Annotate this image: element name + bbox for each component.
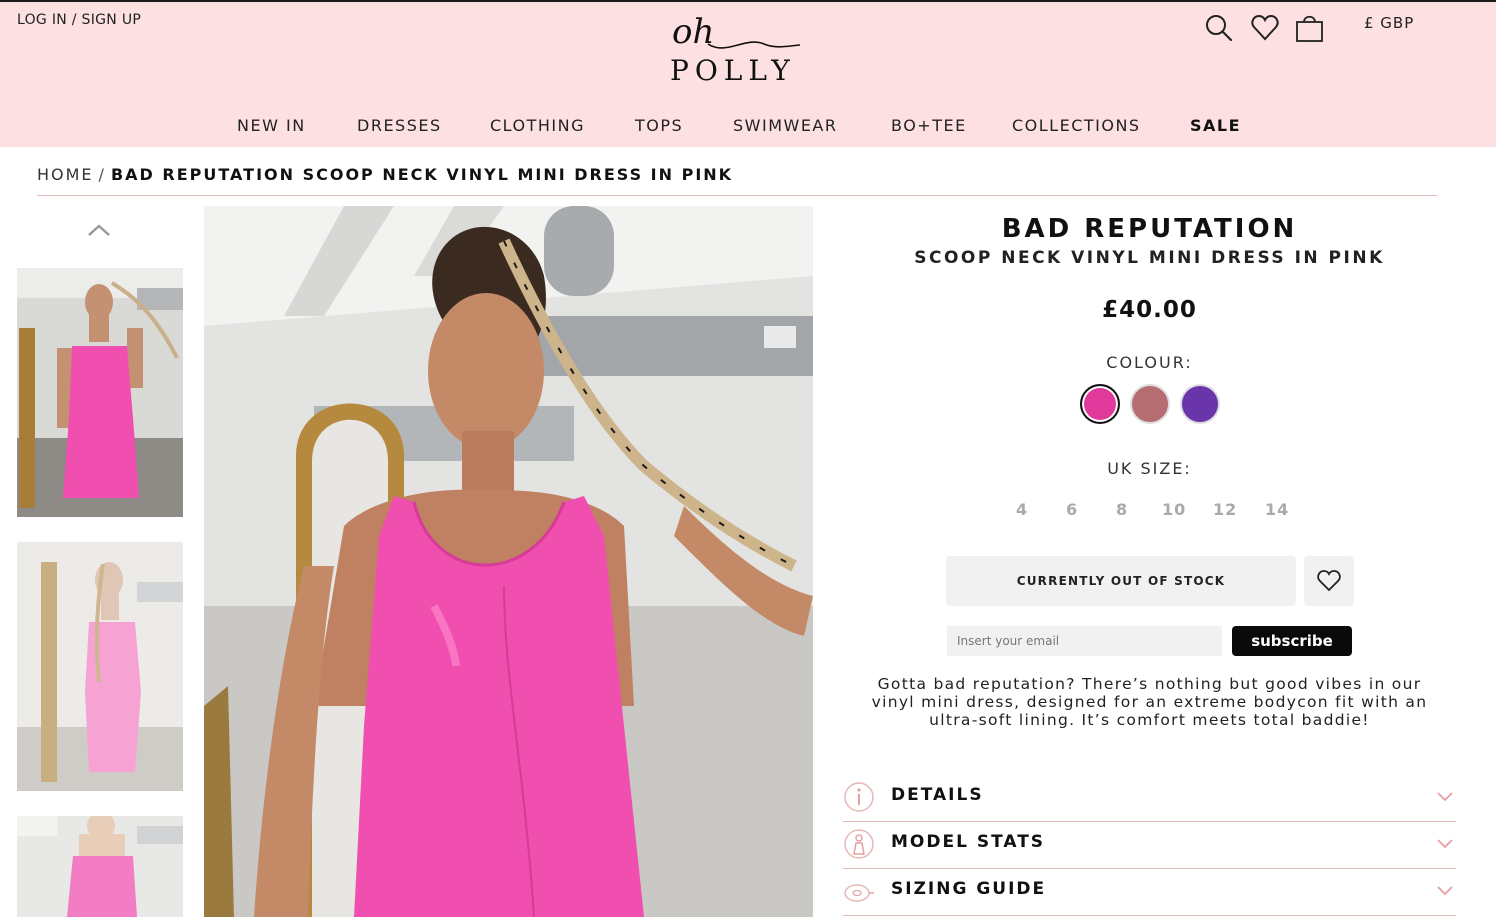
nav-bo-tee[interactable]: BO+TEE [891, 116, 967, 135]
breadcrumb: HOME / BAD REPUTATION SCOOP NECK VINYL MIN… [37, 165, 733, 184]
accordion-model-stats[interactable]: MODEL STATS [843, 822, 1456, 869]
shopping-bag-icon[interactable] [1295, 12, 1325, 44]
nav-dresses[interactable]: DRESSES [357, 116, 442, 135]
colour-swatch-dusty-rose[interactable] [1130, 384, 1170, 424]
colour-label: COLOUR: [1106, 353, 1193, 372]
main-product-photo [204, 206, 813, 917]
currency-selector[interactable]: £ GBP [1364, 14, 1414, 32]
product-price: £40.00 [1102, 297, 1197, 323]
chevron-down-icon [1437, 886, 1453, 896]
nav-collections[interactable]: COLLECTIONS [1012, 116, 1141, 135]
out-of-stock-button[interactable]: CURRENTLY OUT OF STOCK [946, 556, 1296, 606]
colour-swatch-pink[interactable] [1080, 384, 1120, 424]
thumbnail-detail[interactable] [17, 816, 183, 917]
size-option-8[interactable]: 8 [1116, 500, 1128, 519]
main-product-image[interactable] [204, 206, 813, 917]
size-option-10[interactable]: 10 [1162, 500, 1186, 519]
info-icon [844, 782, 874, 812]
breadcrumb-separator: / [98, 165, 106, 184]
heart-icon [1317, 570, 1341, 592]
accordion-details[interactable]: DETAILS [843, 775, 1456, 822]
thumbnail-back[interactable] [17, 542, 183, 791]
heart-icon[interactable] [1250, 12, 1280, 44]
accordion-model-stats-label: MODEL STATS [891, 832, 1046, 852]
thumbnail-detail-image [17, 816, 183, 917]
nav-swimwear[interactable]: SWIMWEAR [733, 116, 838, 135]
oh-polly-logo[interactable]: oh POLLY [666, 10, 806, 88]
tape-measure-icon [844, 884, 874, 902]
logo-swoosh [707, 41, 801, 49]
search-icon[interactable] [1204, 12, 1234, 44]
site-header: LOG IN / SIGN UP oh POLLY £ GBP NEW IN D… [0, 2, 1496, 147]
breadcrumb-home[interactable]: HOME [37, 165, 94, 184]
product-subtitle: SCOOP NECK VINYL MINI DRESS IN PINK [914, 248, 1385, 268]
nav-clothing[interactable]: CLOTHING [490, 116, 585, 135]
login-signup-link[interactable]: LOG IN / SIGN UP [17, 12, 141, 28]
subscribe-button[interactable]: subscribe [1232, 626, 1352, 656]
accordion-sizing-guide-label: SIZING GUIDE [891, 879, 1047, 899]
model-icon [844, 829, 874, 859]
size-option-12[interactable]: 12 [1213, 500, 1237, 519]
thumbnail-scroll-up-icon[interactable] [86, 222, 112, 238]
product-title: BAD REPUTATION [1001, 214, 1298, 244]
breadcrumb-divider [37, 195, 1437, 196]
thumbnail-front[interactable] [17, 268, 183, 517]
colour-swatch-purple[interactable] [1180, 384, 1220, 424]
email-input[interactable] [947, 626, 1222, 656]
size-option-6[interactable]: 6 [1066, 500, 1078, 519]
accordion-details-label: DETAILS [891, 785, 984, 805]
chevron-down-icon [1437, 839, 1453, 849]
size-label: UK SIZE: [1107, 459, 1192, 478]
nav-sale[interactable]: SALE [1190, 116, 1241, 135]
chevron-down-icon [1437, 792, 1453, 802]
size-option-4[interactable]: 4 [1016, 500, 1028, 519]
breadcrumb-current: BAD REPUTATION SCOOP NECK VINYL MINI DRE… [110, 165, 734, 184]
thumbnail-front-image [17, 268, 183, 517]
product-description: Gotta bad reputation? There’s nothing bu… [871, 675, 1428, 729]
accordion-sizing-guide[interactable]: SIZING GUIDE [843, 869, 1456, 916]
nav-tops[interactable]: TOPS [635, 116, 683, 135]
thumbnail-back-image [17, 542, 183, 791]
size-option-14[interactable]: 14 [1265, 500, 1289, 519]
logo-word: POLLY [670, 54, 796, 87]
main-nav: NEW IN DRESSES CLOTHING TOPS SWIMWEAR BO… [0, 112, 1496, 140]
wishlist-button[interactable] [1304, 556, 1354, 606]
nav-new-in[interactable]: NEW IN [237, 116, 306, 135]
